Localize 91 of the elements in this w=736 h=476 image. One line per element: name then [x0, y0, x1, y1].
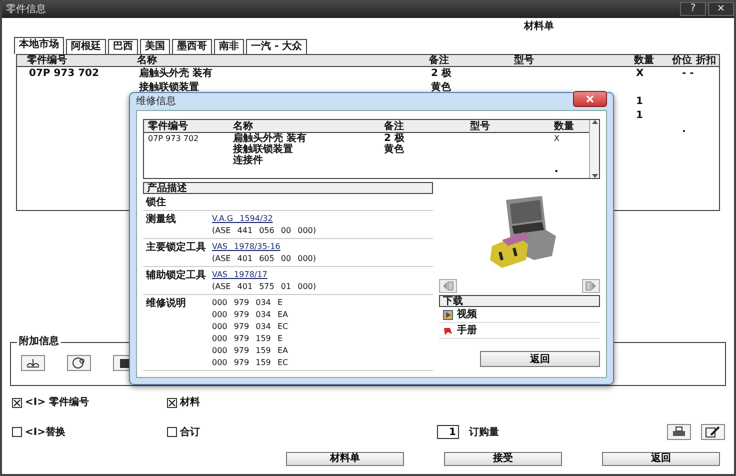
checkbox[interactable]	[167, 427, 177, 437]
column-header: 零件编号	[26, 55, 68, 66]
field-label: 辅助锁定工具	[146, 269, 207, 283]
column-header: 折扣	[694, 55, 717, 66]
close-icon	[586, 94, 594, 102]
group-title: 附加信息	[17, 335, 61, 348]
field-value: 000 979 034 EC	[212, 321, 290, 333]
table-cell-text: 黄色	[383, 144, 405, 155]
column-header: 价位	[670, 55, 693, 66]
scroll-up-icon	[592, 120, 598, 124]
checkbox-label: <I>替换	[25, 426, 66, 438]
tab[interactable]: 南非	[214, 39, 244, 54]
action-button[interactable]: 返回	[602, 452, 720, 466]
close-button[interactable]	[573, 90, 607, 106]
tool-link[interactable]: VAS 1978/17	[212, 269, 433, 281]
dialog-title: 维修信息	[136, 95, 176, 108]
help-button[interactable]: ?	[680, 2, 706, 16]
column-header: 零件编号	[147, 120, 189, 133]
print-button[interactable]	[667, 424, 691, 440]
checkbox[interactable]	[12, 398, 22, 408]
table-cell-text: 接触联锁装置	[232, 144, 294, 155]
checkbox[interactable]	[167, 398, 177, 408]
quantity-field[interactable]: 1	[437, 425, 459, 439]
section-title: 材料单	[524, 20, 554, 33]
back-button[interactable]: 返回	[480, 351, 600, 367]
field-value: 000 979 034 EA	[212, 309, 289, 321]
field-value: 000 979 159 EC	[212, 357, 290, 369]
column-header: 型号	[513, 55, 535, 66]
table-cell-text: 接触联锁装置	[138, 81, 200, 95]
table-cell-text: 黄色	[430, 81, 452, 95]
scrollbar[interactable]	[589, 120, 599, 178]
previous-icon	[442, 281, 454, 291]
tab[interactable]: 阿根廷	[66, 39, 106, 54]
table-cell-text: .	[681, 123, 687, 137]
checkbox-label: <I> 零件编号	[25, 396, 89, 409]
tab[interactable]: 一汽 - 大众	[246, 39, 308, 54]
column-header: 备注	[428, 55, 450, 66]
table-cell-text: 07P 973 702	[28, 67, 100, 81]
table-cell-text: 07P 973 702	[147, 133, 200, 144]
table-cell-text: 扁触头外壳 装有	[233, 133, 308, 144]
download-link[interactable]: 视频	[439, 307, 600, 323]
close-button[interactable]: ×	[708, 2, 734, 16]
table-cell-text: •	[553, 166, 560, 177]
action-button[interactable]: 材料单	[286, 452, 404, 466]
column-header: 型号	[469, 120, 491, 133]
column-header: 数量	[552, 120, 575, 133]
field-label: 主要锁定工具	[146, 241, 207, 255]
tab[interactable]: 本地市场	[14, 37, 64, 54]
edit-icon	[705, 426, 721, 438]
action-button[interactable]: 接受	[444, 452, 562, 466]
field-value: 000 979 034 E	[212, 297, 284, 309]
scroll-down-icon	[592, 174, 598, 178]
print-icon	[672, 426, 686, 438]
table-cell-text: 2 极	[430, 67, 452, 81]
table-cell-text: - -	[681, 67, 694, 81]
window-title: 零件信息	[6, 2, 47, 16]
table-cell-text: 连接件	[232, 155, 264, 166]
table-cell-text: 1	[635, 109, 644, 123]
tool-link[interactable]: VAS 1978/35-16	[212, 241, 433, 253]
field-label: 锁住	[146, 196, 167, 209]
field-value: (ASE 441 056 00 000)	[212, 225, 318, 237]
quantity-label: 订购量	[469, 426, 499, 438]
table-cell-text: 扁触头外壳 装有	[138, 67, 214, 81]
table-cell-text: X	[553, 133, 560, 144]
column-header: 数量	[632, 55, 655, 66]
download-link[interactable]: 手册	[439, 323, 600, 339]
section-header: 产品描述	[143, 182, 433, 194]
tab[interactable]: 墨西哥	[172, 39, 212, 54]
table-cell-text: 1	[635, 95, 644, 109]
tab[interactable]: 巴西	[108, 39, 138, 54]
column-header: 名称	[136, 55, 158, 66]
column-header: 备注	[383, 120, 405, 132]
checkbox[interactable]	[12, 427, 22, 437]
video-icon	[443, 310, 453, 320]
tab[interactable]: 美国	[140, 39, 170, 54]
section-header: 下载	[439, 295, 600, 307]
field-value: (ASE 401 605 00 000)	[212, 253, 318, 265]
tool-link[interactable]: V.A.G 1594/32	[212, 213, 433, 225]
field-value: 000 979 159 E	[212, 333, 284, 345]
disc-button[interactable]	[67, 355, 91, 371]
checkbox-label: 材料	[180, 396, 200, 409]
next-icon	[585, 281, 597, 291]
edit-button[interactable]	[701, 424, 725, 440]
field-value: 000 979 159 EA	[212, 345, 289, 357]
column-header: 名称	[232, 120, 254, 132]
field-value: (ASE 401 575 01 000)	[212, 281, 318, 293]
field-label: 维修说明	[146, 297, 187, 311]
table-cell-text: X	[635, 67, 645, 81]
checkbox-label: 合订	[180, 426, 200, 438]
field-label: 测量线	[146, 213, 177, 227]
table-cell-text: 2 极	[383, 133, 406, 144]
